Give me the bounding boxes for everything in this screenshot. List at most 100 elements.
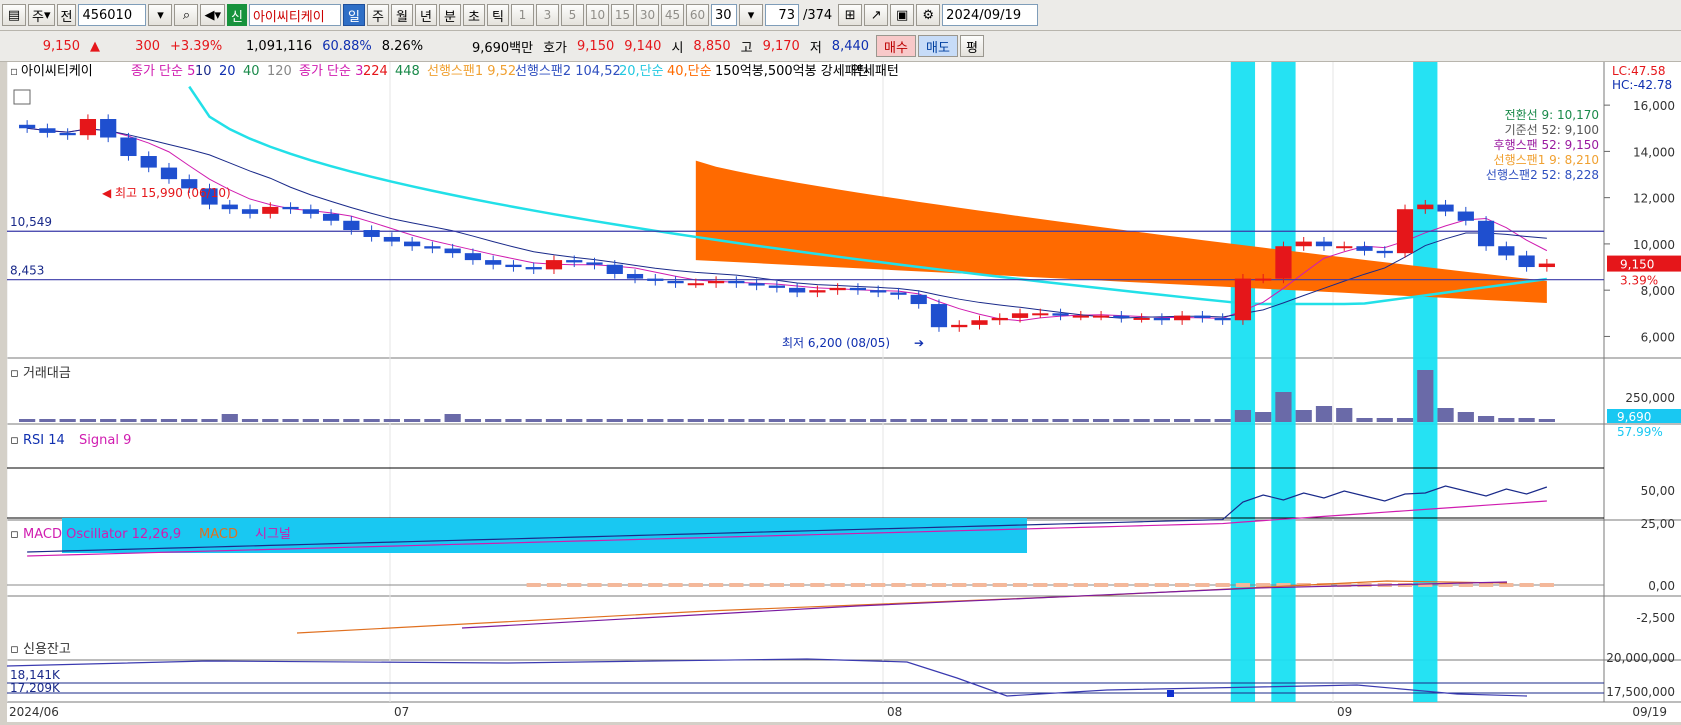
volume-title: ▫ 거래대금 — [10, 366, 71, 381]
period-button-6[interactable]: 틱 — [486, 4, 509, 26]
candle-body — [930, 304, 948, 328]
candle-body — [1437, 204, 1454, 212]
volume-bar — [383, 419, 400, 422]
minute-button-5[interactable]: 5 — [560, 4, 584, 26]
rsi-tick-1: 25,00 — [1641, 517, 1675, 531]
eval-button[interactable]: 평 — [960, 35, 985, 57]
candle-body — [586, 262, 603, 265]
page-current[interactable]: 73 — [764, 4, 799, 26]
volume-bar — [910, 419, 927, 422]
sell-button[interactable]: 매도 — [918, 35, 959, 57]
volume-bar — [1072, 419, 1089, 422]
credit-v2: 17,209K — [10, 681, 61, 695]
minute-button-15[interactable]: 15 — [610, 4, 634, 26]
candle-body — [343, 220, 360, 231]
candle-body — [789, 287, 806, 293]
period-button-3[interactable]: 년 — [414, 4, 437, 26]
period-buttons: 일주월년분초틱 — [341, 4, 509, 26]
count-input[interactable]: 30 — [710, 4, 737, 26]
minute-button-45[interactable]: 45 — [660, 4, 684, 26]
macd-osc-bar — [1499, 583, 1514, 587]
volume-bar — [1498, 418, 1515, 422]
volume-bar — [1437, 408, 1454, 422]
period-button-2[interactable]: 월 — [390, 4, 413, 26]
low-label: 저 — [809, 40, 822, 56]
candle-body — [707, 280, 725, 284]
volume-bar — [971, 419, 988, 422]
volume-bar — [424, 419, 441, 422]
candle-body — [991, 317, 1008, 321]
candle-body — [910, 294, 927, 305]
candle-body — [444, 248, 461, 254]
macd-line — [296, 580, 1508, 634]
date-input[interactable]: 2024/09/19 — [942, 4, 1039, 26]
high-label: 고 — [740, 40, 753, 56]
code-dropdown-icon[interactable]: ▾ — [148, 4, 173, 26]
price-tick-2: 12,000 — [1633, 192, 1675, 206]
speaker-icon[interactable]: ◀▾ — [200, 4, 225, 26]
save-icon[interactable]: ▣ — [890, 4, 915, 26]
volume-bar — [768, 419, 785, 422]
period-button-5[interactable]: 초 — [462, 4, 485, 26]
period-button-4[interactable]: 분 — [438, 4, 461, 26]
credit-marker — [1167, 690, 1174, 697]
volume-bar — [1295, 410, 1312, 422]
macd-osc-bar — [1195, 583, 1210, 587]
macd-osc-bar — [830, 583, 845, 587]
code-input[interactable]: 456010 — [78, 4, 147, 26]
macd-osc-bar — [1215, 583, 1230, 587]
volume-bar — [829, 419, 846, 422]
chart-svg[interactable]: 10,549 8,453 ◀ 최고 15,990 (06/10) 최저 6,200 (0… — [6, 62, 1681, 722]
bid: 9,140 — [624, 38, 662, 54]
vol-ratio: 60.88% — [322, 38, 372, 54]
volume-bar — [1356, 418, 1373, 422]
candle-body — [404, 241, 421, 247]
volume-bar — [201, 419, 218, 422]
gear-icon[interactable]: ⚙ — [916, 4, 941, 26]
volume-bar — [1396, 418, 1414, 422]
minute-button-30[interactable]: 30 — [635, 4, 659, 26]
layout-icon[interactable]: ▤ — [2, 4, 26, 26]
volume-bar — [545, 419, 563, 422]
hc-label: HC:-42.78 — [1612, 78, 1672, 92]
volume-bar — [19, 419, 36, 422]
period-button-1[interactable]: 주 — [366, 4, 389, 26]
minute-button-3[interactable]: 3 — [535, 4, 559, 26]
minute-button-60[interactable]: 60 — [685, 4, 709, 26]
buy-button[interactable]: 매수 — [876, 35, 917, 57]
price-tick-5: 6,000 — [1641, 330, 1675, 344]
minute-button-1[interactable]: 1 — [510, 4, 534, 26]
ask: 9,150 — [577, 38, 615, 54]
macd-osc-bar — [668, 583, 683, 587]
candle-body — [302, 209, 319, 214]
candle-body — [606, 264, 623, 274]
candle-body — [667, 280, 684, 284]
search-icon[interactable]: ⌕ — [174, 4, 199, 26]
macd-osc-bar — [850, 583, 866, 587]
candle-body — [626, 273, 644, 279]
chart-area[interactable]: 10,549 8,453 ◀ 최고 15,990 (06/10) 최저 6,200 (0… — [6, 62, 1681, 722]
period-button-0[interactable]: 일 — [342, 4, 365, 26]
macd-osc-bar — [688, 583, 703, 587]
volume-bar — [282, 419, 299, 422]
volume-bar — [1417, 370, 1434, 422]
ichimoku-label-1: 기준선 52: 9,100 — [1505, 123, 1599, 137]
macd-osc-bar — [972, 583, 987, 587]
market-select[interactable]: 주 ▾ — [28, 4, 55, 26]
trend-icon[interactable]: ↗ — [864, 4, 889, 26]
legend-span1: 선행스팬1 9,52 — [427, 63, 516, 79]
macd-box-icon: ▫ — [10, 527, 19, 542]
period-unit-button[interactable]: 전 — [56, 4, 77, 26]
volume-tick-0: 250,000 — [1625, 391, 1675, 405]
volume-bar — [647, 419, 664, 422]
count-dropdown-icon[interactable]: ▾ — [738, 4, 763, 26]
volume-bar — [1153, 419, 1170, 422]
macd-osc-bar — [1154, 583, 1169, 587]
macd-osc-bar — [891, 583, 906, 587]
minute-button-10[interactable]: 10 — [585, 4, 609, 26]
volume-bar — [951, 419, 968, 422]
macd-osc-bar — [1235, 583, 1251, 587]
candle-body — [241, 209, 259, 214]
split-icon[interactable]: ⊞ — [838, 4, 863, 26]
legend-weak: 약세패턴 — [851, 64, 899, 79]
